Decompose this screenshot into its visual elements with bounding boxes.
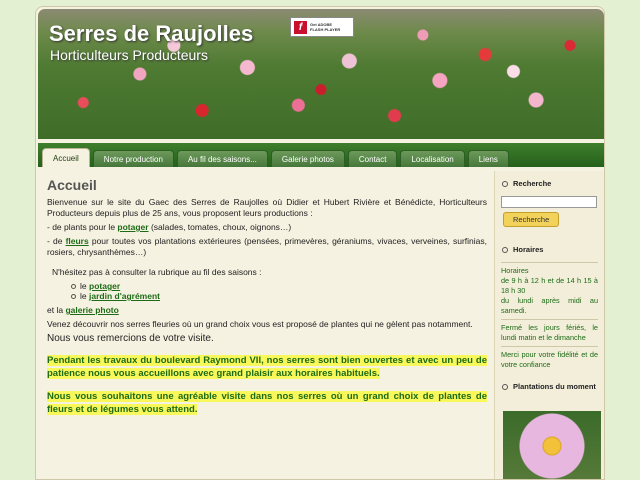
list-item: le jardin d'agrément [71,291,487,301]
page-container: Serres de Raujolles Horticulteurs Produc… [35,6,605,480]
hours-thanks: Merci pour votre fidélité et de votre co… [501,350,598,369]
hours-schedule: de 9 h à 12 h et de 14 h 15 à 18 h 30 [501,276,598,295]
tab-galerie-photos[interactable]: Galerie photos [270,150,345,167]
flash-icon: f [294,20,307,34]
plants-heading: Plantations du moment [495,370,604,391]
sidebar: Recherche Recherche Horaires Horaires de… [494,171,604,479]
hours-heading: Horaires [495,227,604,254]
production-line-fleurs: - de fleurs pour toutes vos plantations … [47,236,487,257]
hesitate-text: N'hésitez pas à consulter la rubrique au… [52,267,262,277]
bullet-icon [71,293,76,299]
hours-closed: Fermé les jours fériés, le lundi matin e… [501,323,598,342]
site-title[interactable]: Serres de Raujolles [49,21,253,47]
tab-liens[interactable]: Liens [467,150,509,167]
notice-welcome: Nous vous souhaitons une agréable visite… [47,391,487,415]
tab-au-fil-des-saisons[interactable]: Au fil des saisons... [176,150,268,167]
gallery-line: et la galerie photo [47,305,119,315]
season-jardin-link[interactable]: jardin d'agrément [89,291,160,301]
notice-works: Pendant les travaux du boulevard Raymond… [47,355,487,379]
potager-link[interactable]: potager [117,222,148,232]
search-button[interactable]: Recherche [503,212,560,227]
search-input[interactable] [501,196,597,208]
bullet-icon [71,283,76,289]
header-banner: Serres de Raujolles Horticulteurs Produc… [38,9,604,139]
tab-notre-production[interactable]: Notre production [92,150,174,167]
hours-label: Horaires [501,266,529,275]
site-subtitle: Horticulteurs Producteurs [50,47,208,63]
season-potager-link[interactable]: potager [89,281,120,291]
page-title: Accueil [47,177,97,193]
season-list: le potager le jardin d'agrément [71,281,487,301]
bullet-icon [502,180,508,187]
plant-photo[interactable] [503,411,601,479]
fleurs-link[interactable]: fleurs [66,236,89,246]
search-heading: Recherche [495,171,604,188]
list-item: le potager [71,281,487,291]
galerie-photo-link[interactable]: galerie photo [65,305,118,315]
intro-text: Bienvenue sur le site du Gaec des Serres… [47,197,487,218]
hours-days: du lundi après midi au samedi. [501,296,598,315]
bullet-icon [502,383,508,390]
tab-accueil[interactable]: Accueil [42,148,90,167]
main-content: Accueil Bienvenue sur le site du Gaec de… [47,177,487,419]
flash-player-badge[interactable]: f Get ADOBE FLASH PLAYER [290,17,354,37]
tab-contact[interactable]: Contact [347,150,398,167]
thanks-text: Nous vous remercions de votre visite. [47,333,214,344]
bullet-icon [502,246,508,253]
tab-localisation[interactable]: Localisation [400,150,465,167]
production-line-potager: - de plants pour le potager (salades, to… [47,222,292,232]
main-nav: Accueil Notre production Au fil des sais… [38,143,604,167]
visit-text: Venez découvrir nos serres fleuries où u… [47,319,473,329]
